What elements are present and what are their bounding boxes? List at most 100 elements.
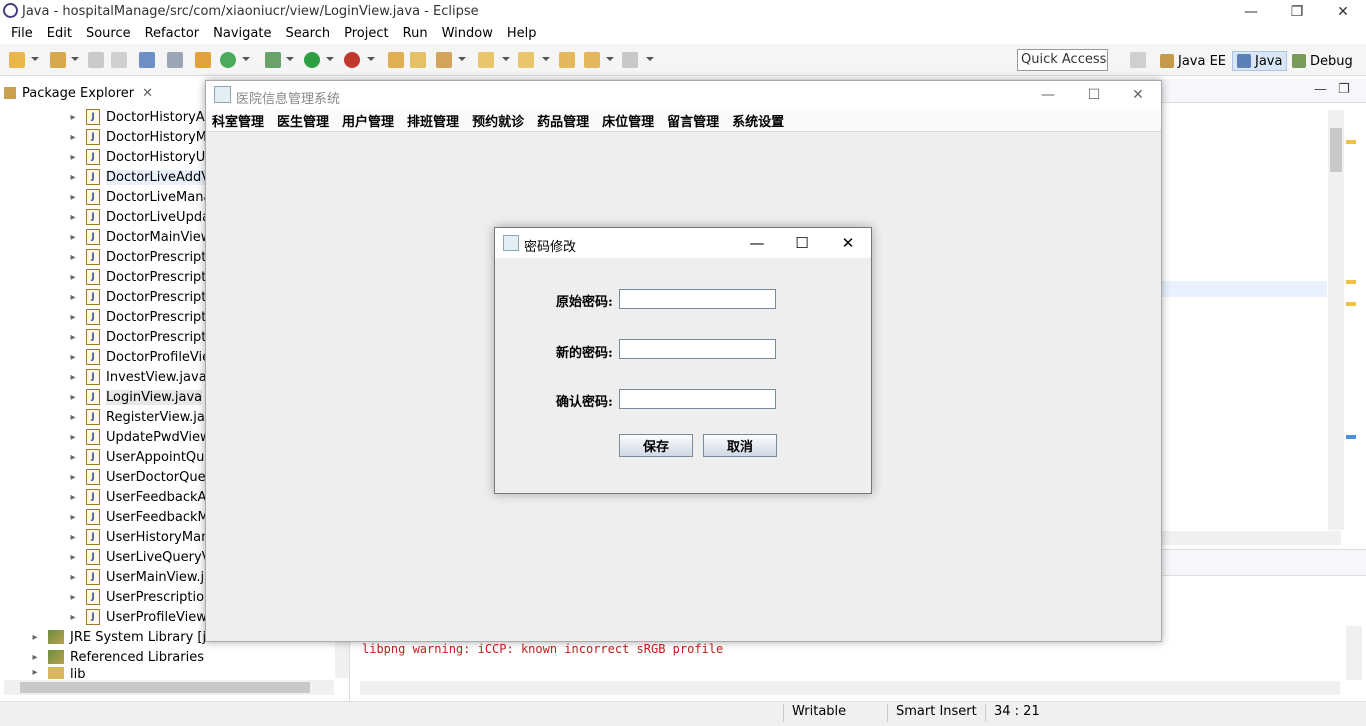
chevron-right-icon[interactable]: ▸ <box>68 252 78 263</box>
chevron-right-icon[interactable]: ▸ <box>68 312 78 323</box>
chevron-down-icon[interactable] <box>326 57 334 61</box>
chevron-right-icon[interactable]: ▸ <box>68 472 78 483</box>
new-password-input[interactable] <box>619 339 776 359</box>
chevron-down-icon[interactable] <box>458 57 466 61</box>
cancel-button[interactable]: 取消 <box>703 434 777 457</box>
package-explorer-tab[interactable]: Package Explorer ✕ <box>4 82 153 104</box>
maximize-icon[interactable]: ☐ <box>1071 81 1117 109</box>
perspective-java-ee[interactable]: Java EE <box>1156 51 1230 71</box>
chevron-right-icon[interactable]: ▸ <box>68 152 78 163</box>
new-icon[interactable] <box>9 52 25 68</box>
menu-bed[interactable]: 床位管理 <box>602 111 654 130</box>
chevron-right-icon[interactable]: ▸ <box>30 632 40 643</box>
next-annotation-icon[interactable] <box>478 52 494 68</box>
menu-run[interactable]: Run <box>396 26 435 41</box>
close-icon[interactable]: ✕ <box>1320 0 1366 23</box>
restore-icon[interactable]: ❐ <box>1274 0 1320 23</box>
perspective-debug[interactable]: Debug <box>1288 51 1357 71</box>
overview-marker[interactable] <box>1346 302 1356 306</box>
new-package-icon[interactable] <box>50 52 66 68</box>
chevron-right-icon[interactable]: ▸ <box>30 652 40 663</box>
menu-edit[interactable]: Edit <box>40 26 79 41</box>
menu-medicine[interactable]: 药品管理 <box>537 111 589 130</box>
chevron-down-icon[interactable] <box>367 57 375 61</box>
chevron-right-icon[interactable]: ▸ <box>30 667 40 678</box>
close-icon[interactable]: ✕ <box>1115 81 1161 109</box>
chevron-right-icon[interactable]: ▸ <box>68 212 78 223</box>
chevron-right-icon[interactable]: ▸ <box>68 532 78 543</box>
original-password-input[interactable] <box>619 289 776 309</box>
console-vertical-scrollbar[interactable] <box>1346 626 1362 680</box>
menu-help[interactable]: Help <box>500 26 544 41</box>
debug-icon[interactable] <box>265 52 281 68</box>
chevron-right-icon[interactable]: ▸ <box>68 552 78 563</box>
open-folder-icon[interactable] <box>410 52 426 68</box>
forward-icon[interactable] <box>622 52 638 68</box>
chevron-right-icon[interactable]: ▸ <box>68 192 78 203</box>
chevron-right-icon[interactable]: ▸ <box>68 452 78 463</box>
console-icon[interactable] <box>139 52 155 68</box>
minimize-icon[interactable]: — <box>1228 0 1274 23</box>
chevron-down-icon[interactable] <box>71 57 79 61</box>
menu-department[interactable]: 科室管理 <box>212 111 264 130</box>
menu-project[interactable]: Project <box>337 26 395 41</box>
run-icon[interactable] <box>304 52 320 68</box>
menu-appointment[interactable]: 预约就诊 <box>472 111 524 130</box>
tree-item-referenced-libraries[interactable]: ▸ Referenced Libraries <box>0 647 350 667</box>
editor-vertical-scrollbar[interactable] <box>1328 110 1344 530</box>
refresh-icon[interactable] <box>220 52 236 68</box>
chevron-right-icon[interactable]: ▸ <box>68 592 78 603</box>
save-icon[interactable] <box>88 52 104 68</box>
chevron-right-icon[interactable]: ▸ <box>68 172 78 183</box>
perspective-java[interactable]: Java <box>1232 51 1288 71</box>
menu-doctor[interactable]: 医生管理 <box>277 111 329 130</box>
minimize-icon[interactable]: — <box>734 228 780 258</box>
save-button[interactable]: 保存 <box>619 434 693 457</box>
open-perspective-icon[interactable] <box>1130 52 1146 68</box>
menu-settings[interactable]: 系统设置 <box>732 111 784 130</box>
minimize-view-icon[interactable]: — <box>1314 82 1327 97</box>
menu-refactor[interactable]: Refactor <box>138 26 207 41</box>
chevron-down-icon[interactable] <box>646 57 654 61</box>
confirm-password-input[interactable] <box>619 389 776 409</box>
chevron-down-icon[interactable] <box>542 57 550 61</box>
menu-search[interactable]: Search <box>278 26 337 41</box>
chevron-right-icon[interactable]: ▸ <box>68 572 78 583</box>
close-icon[interactable]: ✕ <box>825 228 871 258</box>
chevron-right-icon[interactable]: ▸ <box>68 272 78 283</box>
last-edit-icon[interactable] <box>559 52 575 68</box>
chevron-right-icon[interactable]: ▸ <box>68 392 78 403</box>
chevron-down-icon[interactable] <box>286 57 294 61</box>
chevron-right-icon[interactable]: ▸ <box>68 112 78 123</box>
back-icon[interactable] <box>584 52 600 68</box>
close-icon[interactable]: ✕ <box>142 86 153 101</box>
chevron-right-icon[interactable]: ▸ <box>68 612 78 623</box>
menu-user[interactable]: 用户管理 <box>342 111 394 130</box>
build-icon[interactable] <box>195 52 211 68</box>
maximize-view-icon[interactable]: ❐ <box>1338 82 1350 97</box>
console-horizontal-scrollbar[interactable] <box>360 681 1340 695</box>
chevron-right-icon[interactable]: ▸ <box>68 292 78 303</box>
menu-navigate[interactable]: Navigate <box>206 26 278 41</box>
explorer-horizontal-scrollbar[interactable] <box>4 680 334 695</box>
menu-source[interactable]: Source <box>79 26 138 41</box>
external-tools-icon[interactable] <box>344 52 360 68</box>
quick-access-input[interactable]: Quick Access <box>1017 49 1108 71</box>
chevron-right-icon[interactable]: ▸ <box>68 332 78 343</box>
chevron-right-icon[interactable]: ▸ <box>68 352 78 363</box>
menu-window[interactable]: Window <box>435 26 500 41</box>
overview-marker[interactable] <box>1346 435 1356 439</box>
chevron-right-icon[interactable]: ▸ <box>68 512 78 523</box>
minimize-icon[interactable]: — <box>1025 81 1071 109</box>
overview-marker[interactable] <box>1346 140 1356 144</box>
open-type-icon[interactable] <box>388 52 404 68</box>
chevron-right-icon[interactable]: ▸ <box>68 412 78 423</box>
tree-item-lib[interactable]: ▸ lib <box>0 667 350 679</box>
edit-icon[interactable] <box>436 52 452 68</box>
menu-schedule[interactable]: 排班管理 <box>407 111 459 130</box>
save-all-icon[interactable] <box>111 52 127 68</box>
skip-breakpoints-icon[interactable] <box>167 52 183 68</box>
chevron-right-icon[interactable]: ▸ <box>68 132 78 143</box>
chevron-right-icon[interactable]: ▸ <box>68 232 78 243</box>
previous-annotation-icon[interactable] <box>518 52 534 68</box>
